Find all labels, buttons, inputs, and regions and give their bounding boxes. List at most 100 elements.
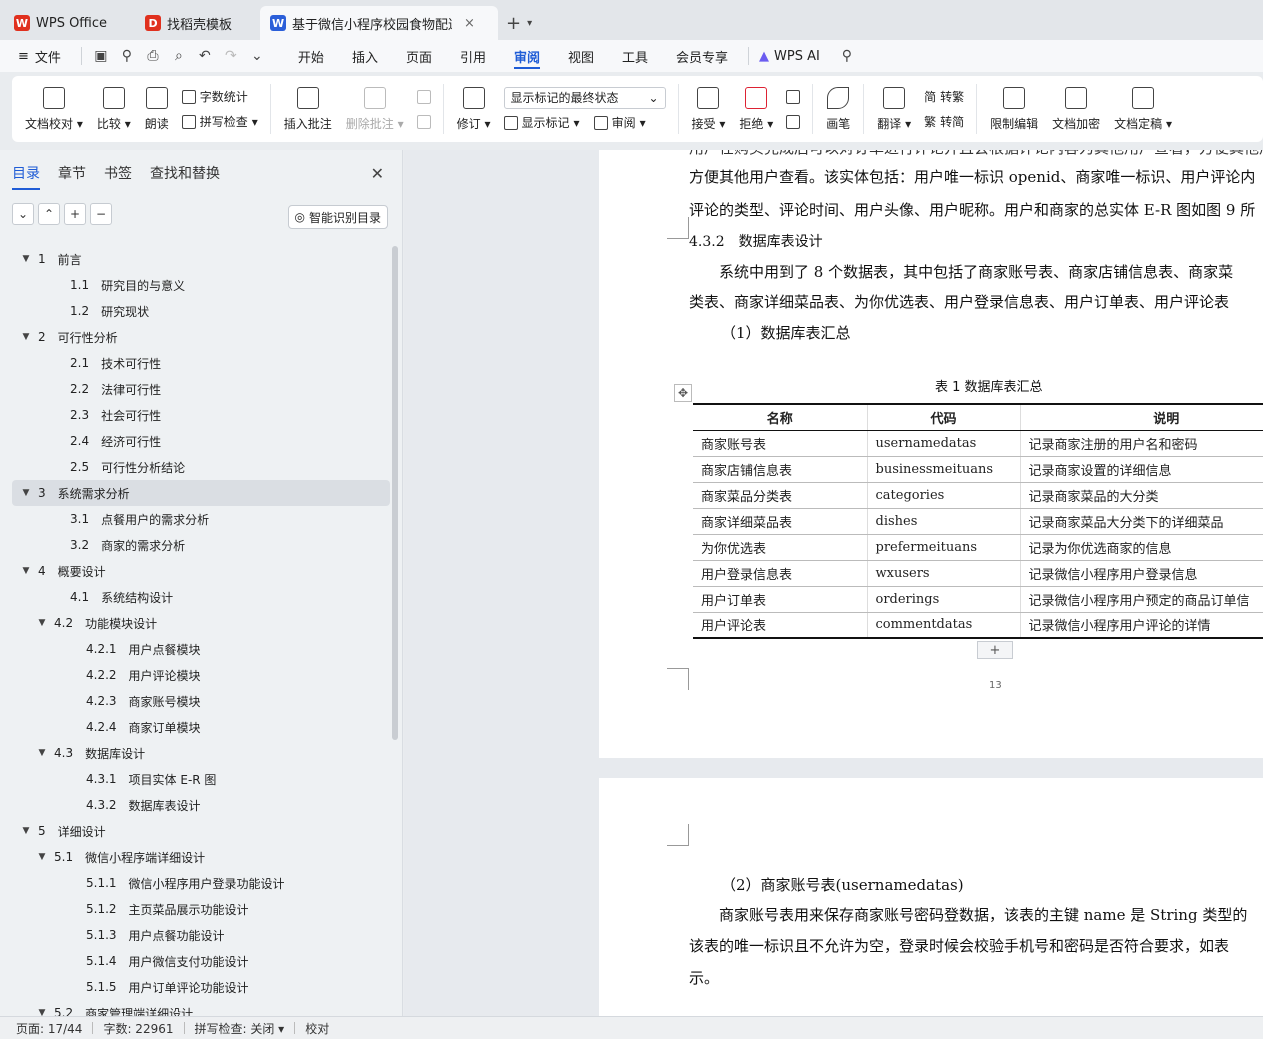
remove-heading-icon[interactable]: − (90, 203, 112, 225)
next-change-button[interactable] (786, 114, 801, 129)
prev-change-button[interactable] (786, 89, 801, 104)
word-count-indicator[interactable]: 字数: 22961 (103, 1020, 173, 1037)
table-cell[interactable]: 记录微信小程序用户登录信息 (1020, 560, 1263, 587)
prev-comment-button[interactable] (416, 89, 431, 104)
tab-toc[interactable]: 目录 (12, 150, 40, 196)
save-icon[interactable]: ▣ (88, 40, 114, 72)
toc-item[interactable]: 2.5 可行性分析结论 (12, 454, 390, 480)
table-cell[interactable]: 商家店铺信息表 (693, 456, 868, 483)
expand-arrow-icon[interactable]: ▼ (36, 618, 48, 628)
expand-arrow-icon[interactable]: ▼ (36, 748, 48, 758)
share-icon[interactable]: ⚲ (114, 40, 140, 72)
to-simplified-button[interactable]: 繁转简 (924, 113, 964, 130)
word-count-button[interactable]: 字数统计 (181, 88, 258, 105)
expand-arrow-icon[interactable]: ▼ (20, 566, 32, 576)
menu-reference[interactable]: 引用 (446, 40, 500, 72)
undo-icon[interactable]: ↶ (192, 40, 218, 72)
toc-item[interactable]: ▼ 4.3 数据库设计 (12, 740, 390, 766)
encrypt-button[interactable]: 文档加密 (1045, 84, 1107, 134)
smart-toc-button[interactable]: ◎ 智能识别目录 (287, 205, 388, 229)
table-cell[interactable]: 用户订单表 (693, 586, 868, 613)
tab-bookmarks[interactable]: 书签 (104, 150, 132, 196)
show-markup-button[interactable]: 显示标记 ▾ (503, 114, 580, 131)
new-tab-button[interactable]: + ▾ (498, 6, 540, 40)
print-icon[interactable]: ⎙ (140, 40, 166, 72)
toc-item[interactable]: 2.2 法律可行性 (12, 376, 390, 402)
table-cell[interactable]: commentdatas (867, 612, 1021, 639)
print-preview-icon[interactable]: ⌕ (166, 40, 192, 72)
table-cell[interactable]: dishes (867, 508, 1021, 535)
doc-check-button[interactable]: 文档校对 ▾ (18, 84, 90, 134)
toc-item[interactable]: ▼ 4.2 功能模块设计 (12, 610, 390, 636)
expand-arrow-icon[interactable]: ▼ (20, 332, 32, 342)
tab-find-replace[interactable]: 查找和替换 (150, 150, 220, 196)
table-cell[interactable]: businessmeituans (867, 456, 1021, 483)
toc-item[interactable]: ▼ 5.1 微信小程序端详细设计 (12, 844, 390, 870)
table-cell[interactable]: categories (867, 482, 1021, 509)
table-cell[interactable]: 记录商家设置的详细信息 (1020, 456, 1263, 483)
toc-item[interactable]: 3.1 点餐用户的需求分析 (12, 506, 390, 532)
table-cell[interactable]: usernamedatas (867, 430, 1021, 457)
collapse-all-icon[interactable]: ⌃ (38, 203, 60, 225)
pen-button[interactable]: 画笔 (819, 84, 857, 134)
menu-tools[interactable]: 工具 (608, 40, 662, 72)
toc-scrollbar[interactable] (392, 246, 398, 740)
table-cell[interactable]: 用户评论表 (693, 612, 868, 639)
tab-close-icon[interactable]: × (464, 16, 475, 31)
tab-document[interactable]: W 基于微信小程序校园食物配送 × (260, 6, 499, 40)
table-cell[interactable]: 记录商家菜品大分类下的详细菜品 (1020, 508, 1263, 535)
insert-comment-button[interactable]: 插入批注 (277, 84, 339, 134)
table-cell[interactable]: 记录微信小程序用户预定的商品订单信 (1020, 586, 1263, 613)
table-cell[interactable]: orderings (867, 586, 1021, 613)
toc-item[interactable]: 5.1.4 用户微信支付功能设计 (12, 948, 390, 974)
menu-page[interactable]: 页面 (392, 40, 446, 72)
translate-button[interactable]: 翻译 ▾ (870, 84, 918, 134)
reject-button[interactable]: 拒绝 ▾ (732, 84, 780, 134)
search-icon[interactable]: ⚲ (834, 40, 860, 72)
toc-item[interactable]: 5.1.3 用户点餐功能设计 (12, 922, 390, 948)
toc-item[interactable]: 5.1.1 微信小程序用户登录功能设计 (12, 870, 390, 896)
toc-item[interactable]: 4.2.2 用户评论模块 (12, 662, 390, 688)
expand-all-icon[interactable]: ⌄ (12, 203, 34, 225)
menu-insert[interactable]: 插入 (338, 40, 392, 72)
toc-item[interactable]: 5.1.5 用户订单评论功能设计 (12, 974, 390, 1000)
toc-item[interactable]: 4.2.3 商家账号模块 (12, 688, 390, 714)
expand-arrow-icon[interactable]: ▼ (20, 826, 32, 836)
table-cell[interactable]: 商家账号表 (693, 430, 868, 457)
menu-start[interactable]: 开始 (284, 40, 338, 72)
accept-button[interactable]: 接受 ▾ (685, 84, 733, 134)
add-row-button[interactable]: + (977, 641, 1013, 659)
toc-item[interactable]: 5.1.2 主页菜品展示功能设计 (12, 896, 390, 922)
to-traditional-button[interactable]: 简转繁 (924, 88, 964, 105)
add-heading-icon[interactable]: + (64, 203, 86, 225)
redo-icon[interactable]: ↷ (218, 40, 244, 72)
expand-arrow-icon[interactable]: ▼ (20, 488, 32, 498)
toc-item[interactable]: 4.3.2 数据库表设计 (12, 792, 390, 818)
read-aloud-button[interactable]: 朗读 (138, 84, 176, 134)
toc-item[interactable]: 1.2 研究现状 (12, 298, 390, 324)
toc-item[interactable]: 2.4 经济可行性 (12, 428, 390, 454)
menu-review[interactable]: 审阅 (500, 40, 554, 72)
more-chevron-icon[interactable]: ⌄ (244, 40, 270, 72)
table-cell[interactable]: wxusers (867, 560, 1021, 587)
close-pane-icon[interactable]: ✕ (371, 164, 384, 183)
file-menu[interactable]: ≡ 文件 (14, 40, 75, 72)
markup-mode-select[interactable]: 显示标记的最终状态 ⌄ (503, 86, 666, 109)
toc-item[interactable]: ▼ 2 可行性分析 (12, 324, 390, 350)
toc-item[interactable]: 2.3 社会可行性 (12, 402, 390, 428)
tab-wps-office[interactable]: W WPS Office (4, 6, 117, 40)
menu-vip[interactable]: 会员专享 (662, 40, 742, 72)
toc-item[interactable]: 4.3.1 项目实体 E-R 图 (12, 766, 390, 792)
finalize-button[interactable]: 文档定稿 ▾ (1107, 84, 1179, 134)
table-move-handle-icon[interactable]: ✥ (674, 384, 692, 402)
toc-item[interactable]: ▼ 5 详细设计 (12, 818, 390, 844)
table-cell[interactable]: 记录商家菜品的大分类 (1020, 482, 1263, 509)
table-cell[interactable]: prefermeituans (867, 534, 1021, 561)
toc-item[interactable]: 4.1 系统结构设计 (12, 584, 390, 610)
table-cell[interactable]: 为你优选表 (693, 534, 868, 561)
table-cell[interactable]: 记录商家注册的用户名和密码 (1020, 430, 1263, 457)
expand-arrow-icon[interactable]: ▼ (20, 254, 32, 264)
spell-check-button[interactable]: 拼写检查 ▾ (181, 113, 258, 130)
toc-item[interactable]: 3.2 商家的需求分析 (12, 532, 390, 558)
revise-button[interactable]: 修订 ▾ (450, 84, 498, 134)
